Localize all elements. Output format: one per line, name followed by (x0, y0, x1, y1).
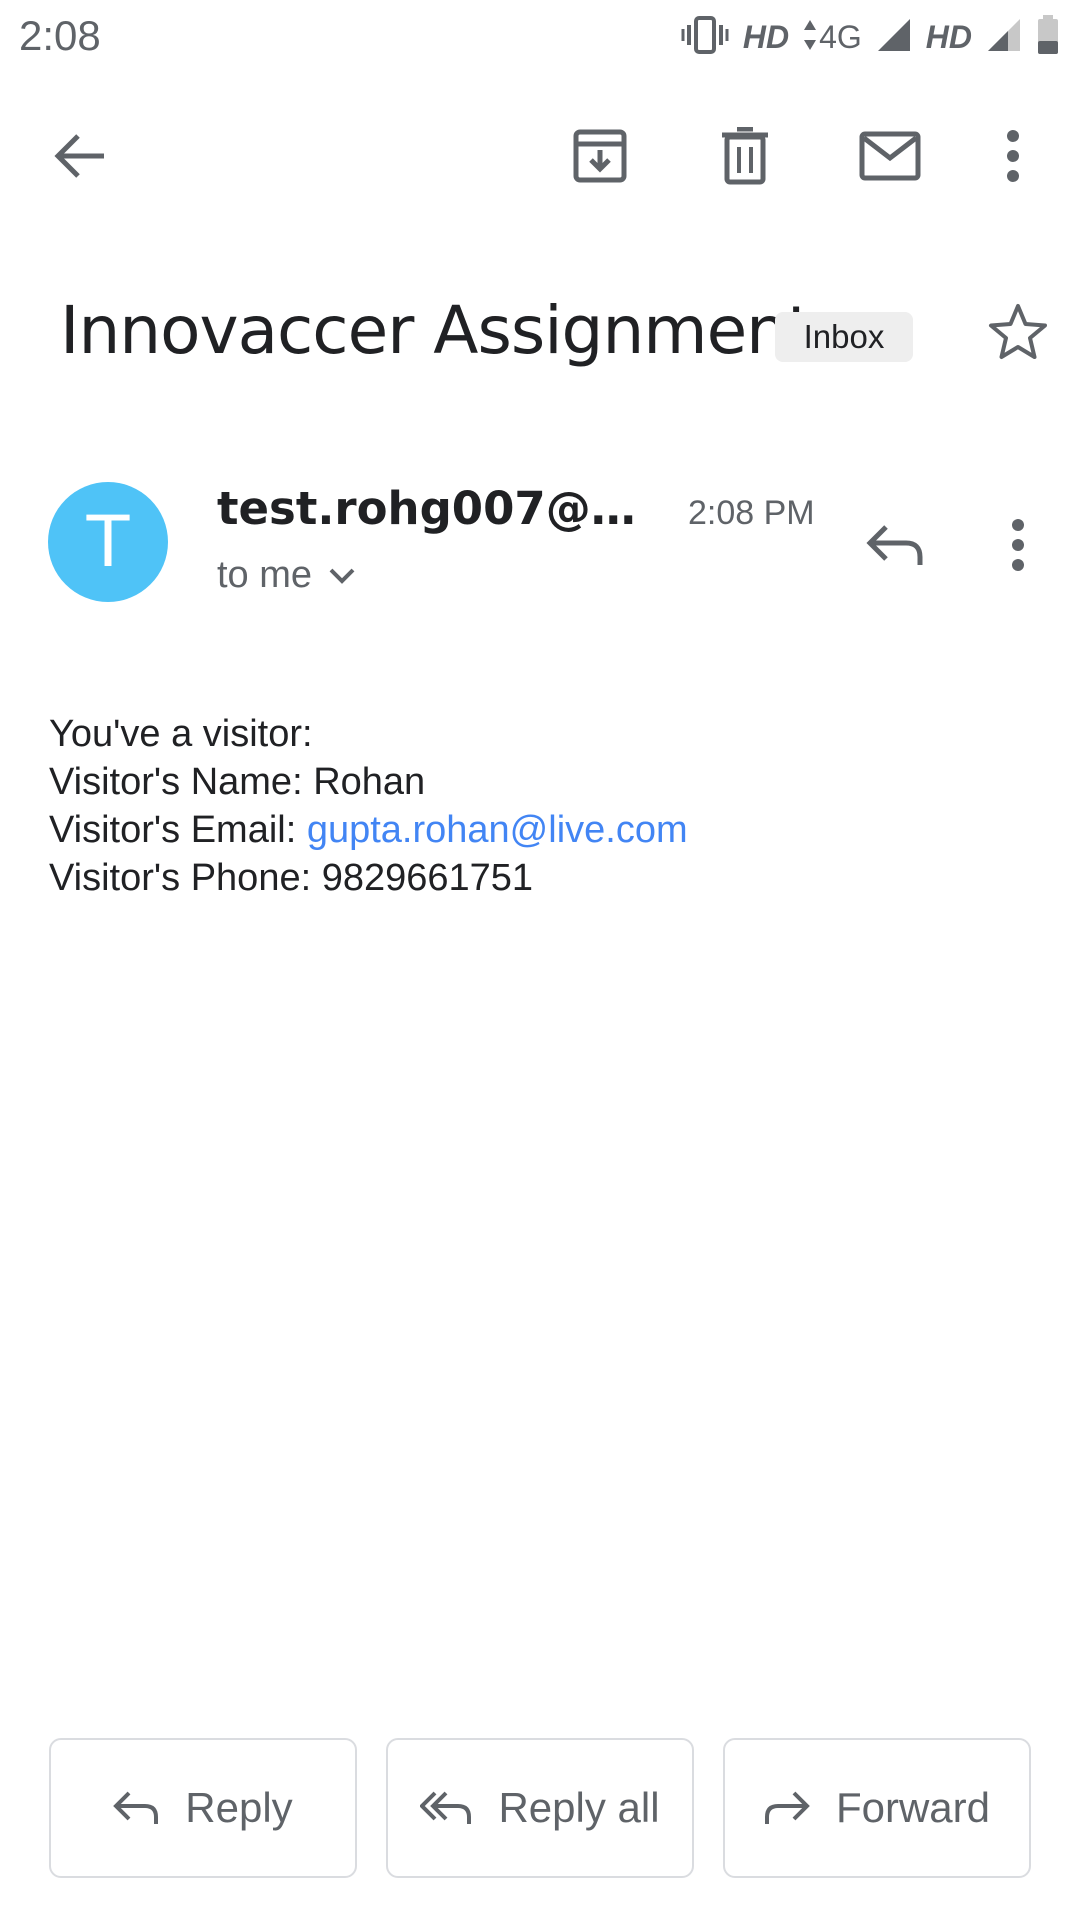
delete-button[interactable] (690, 96, 800, 216)
sender-name[interactable]: test.rohg007@gm... (217, 482, 667, 535)
body-line-phone: Visitor's Phone: 9829661751 (49, 854, 688, 902)
more-vert-icon (1006, 130, 1019, 182)
phone-value: 9829661751 (321, 857, 534, 899)
more-vert-icon (1012, 519, 1024, 571)
reply-icon (866, 525, 923, 565)
message-body: You've a visitor: Visitor's Name: Rohan … (49, 710, 688, 902)
signal-icon-2 (986, 17, 1022, 58)
chevron-down-icon (329, 568, 355, 584)
network-type: 4G (819, 18, 862, 55)
status-bar: 2:08 HD 4G HD (0, 0, 1080, 76)
hd-label: HD (742, 18, 790, 55)
archive-icon (573, 129, 627, 183)
name-value: Rohan (313, 761, 426, 803)
name-label: Visitor's Name: (49, 761, 314, 803)
status-icons: HD 4G HD (681, 12, 1060, 62)
reply-button[interactable]: Reply (49, 1738, 357, 1878)
reply-icon-button[interactable] (850, 500, 940, 590)
reply-all-button[interactable]: Reply all (386, 1738, 694, 1878)
message-time: 2:08 PM (688, 494, 815, 532)
archive-button[interactable] (545, 96, 655, 216)
inbox-label-chip: Inbox (775, 312, 913, 362)
forward-icon (764, 1791, 810, 1824)
reply-icon (113, 1791, 159, 1824)
recipients-toggle[interactable]: to me (217, 554, 356, 597)
reply-button-label: Reply (185, 1784, 293, 1831)
message-more-button[interactable] (978, 500, 1058, 590)
phone-label: Visitor's Phone: (49, 857, 322, 899)
body-line-name: Visitor's Name: Rohan (49, 758, 688, 806)
forward-button-label: Forward (835, 1784, 991, 1831)
hd-label-2: HD (925, 18, 972, 55)
battery-icon (1036, 14, 1060, 60)
email-label: Visitor's Email: (49, 809, 307, 851)
signal-icon (876, 17, 912, 58)
sender-avatar[interactable]: T (48, 482, 168, 602)
mail-icon (859, 131, 921, 181)
reply-all-button-label: Reply all (498, 1784, 660, 1831)
star-outline-icon (989, 304, 1047, 359)
back-button[interactable] (25, 96, 135, 216)
recipients-label: to me (217, 554, 313, 596)
mark-unread-button[interactable] (835, 96, 945, 216)
email-link[interactable]: gupta.rohan@live.com (307, 809, 688, 851)
email-subject: Innovaccer Assignment (60, 292, 813, 369)
forward-button[interactable]: Forward (723, 1738, 1031, 1878)
body-line-intro: You've a visitor: (49, 713, 313, 755)
delete-icon (722, 127, 768, 185)
back-arrow-icon (54, 134, 104, 178)
star-button[interactable] (976, 290, 1060, 374)
more-options-button[interactable] (965, 96, 1060, 216)
data-arrows-icon (803, 18, 817, 57)
email-screen: 2:08 HD 4G HD Innovaccer Assignment Inbo… (0, 0, 1080, 1920)
vibrate-icon (681, 15, 729, 60)
body-line-email: Visitor's Email: gupta.rohan@live.com (49, 806, 688, 854)
status-time: 2:08 (19, 12, 101, 59)
reply-all-icon (420, 1791, 472, 1824)
top-toolbar (0, 96, 1080, 216)
